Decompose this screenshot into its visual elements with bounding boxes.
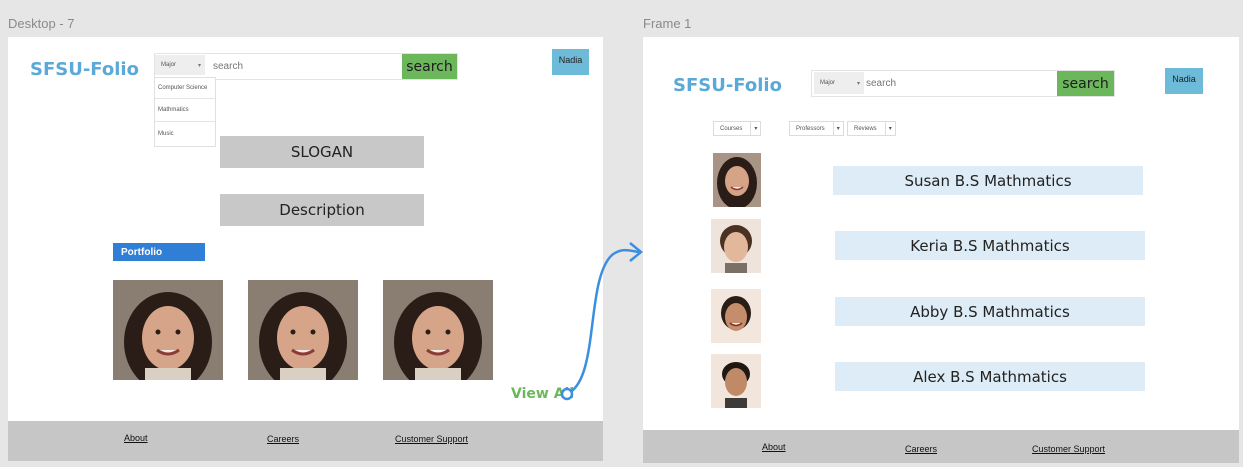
search-input[interactable] xyxy=(213,60,393,72)
portrait-image xyxy=(383,280,493,380)
filter-label: Courses xyxy=(714,122,752,135)
chevron-down-icon: ▾ xyxy=(754,126,758,132)
portrait-image xyxy=(248,280,358,380)
major-select[interactable]: Major ▾ xyxy=(814,72,864,94)
portrait-image xyxy=(113,280,223,380)
footer: About Careers Customer Support xyxy=(8,421,603,461)
major-select-label: Major xyxy=(820,80,836,86)
view-all-link[interactable]: View All xyxy=(511,386,574,402)
portfolio-photo[interactable] xyxy=(248,280,358,380)
filter-professors[interactable]: Professors ▾ xyxy=(789,121,844,136)
major-dropdown: Computer Science Mathmatics Music xyxy=(154,77,216,147)
user-button[interactable]: Nadia xyxy=(552,49,589,75)
logo[interactable]: SFSU-Folio xyxy=(30,59,139,80)
result-card[interactable]: Susan B.S Mathmatics xyxy=(833,166,1143,195)
portfolio-photo[interactable] xyxy=(113,280,223,380)
footer-careers-link[interactable]: Careers xyxy=(267,434,299,444)
dropdown-option[interactable]: Computer Science xyxy=(155,78,215,99)
footer-careers-link[interactable]: Careers xyxy=(905,444,937,454)
filter-label: Reviews xyxy=(848,122,886,135)
footer-about-link[interactable]: About xyxy=(124,433,148,443)
major-select[interactable]: Major ▾ xyxy=(155,55,205,75)
avatar[interactable] xyxy=(713,153,761,207)
slogan-box: SLOGAN xyxy=(220,136,424,168)
avatar[interactable] xyxy=(711,289,761,343)
avatar-image xyxy=(711,219,761,273)
avatar-image xyxy=(713,153,761,207)
desktop-frame: SFSU-Folio Major ▾ search Nadia Computer… xyxy=(8,37,603,461)
chevron-down-icon: ▾ xyxy=(888,126,892,132)
dropdown-option[interactable]: Music xyxy=(155,122,215,145)
result-card[interactable]: Abby B.S Mathmatics xyxy=(835,297,1145,326)
footer-about-link[interactable]: About xyxy=(762,442,786,452)
logo[interactable]: SFSU-Folio xyxy=(673,75,782,96)
description-box: Description xyxy=(220,194,424,226)
dropdown-option[interactable]: Mathmatics xyxy=(155,99,215,122)
avatar[interactable] xyxy=(711,354,761,408)
search-bar: Major ▾ search xyxy=(154,53,458,80)
filter-courses[interactable]: Courses ▾ xyxy=(713,121,762,136)
portfolio-button[interactable]: Portfolio xyxy=(113,243,205,261)
search-button[interactable]: search xyxy=(1057,71,1114,96)
avatar-image xyxy=(711,289,761,343)
filter-label: Professors xyxy=(790,122,834,135)
result-card[interactable]: Keria B.S Mathmatics xyxy=(835,231,1145,260)
user-button[interactable]: Nadia xyxy=(1165,68,1203,94)
footer-support-link[interactable]: Customer Support xyxy=(1032,444,1105,454)
major-select-label: Major xyxy=(161,62,177,68)
avatar-image xyxy=(711,354,761,408)
avatar[interactable] xyxy=(711,219,761,273)
frame-label-desktop: Desktop - 7 xyxy=(8,16,75,31)
chevron-down-icon: ▾ xyxy=(836,126,840,132)
footer: About Careers Customer Support xyxy=(643,430,1239,463)
filter-reviews[interactable]: Reviews ▾ xyxy=(847,121,896,136)
chevron-down-icon: ▾ xyxy=(856,80,860,87)
results-frame: SFSU-Folio Major ▾ search Nadia Courses … xyxy=(643,37,1239,463)
frame-label-frame1: Frame 1 xyxy=(643,16,692,31)
search-button[interactable]: search xyxy=(402,54,457,79)
search-bar: Major ▾ search xyxy=(811,70,1115,97)
footer-support-link[interactable]: Customer Support xyxy=(395,434,468,444)
result-card[interactable]: Alex B.S Mathmatics xyxy=(835,362,1145,391)
chevron-down-icon: ▾ xyxy=(197,62,201,69)
search-input[interactable] xyxy=(866,77,1046,89)
portfolio-photo[interactable] xyxy=(383,280,493,380)
